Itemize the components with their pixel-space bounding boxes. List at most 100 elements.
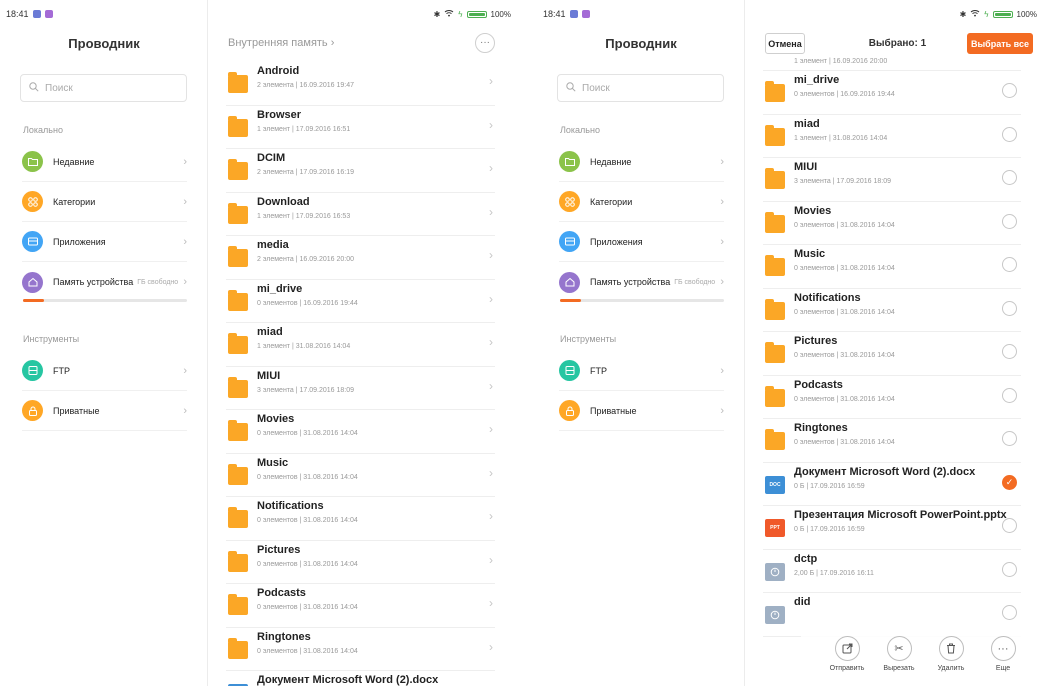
wifi-icon [970, 9, 980, 19]
chevron-right-icon: › [489, 596, 493, 610]
sidebar-item-label: Память устройства [590, 277, 671, 287]
file-row[interactable]: media 2 элемента | 16.09.2016 20:00 › [226, 236, 495, 280]
chevron-right-icon: › [183, 155, 187, 168]
file-name: Podcasts [257, 587, 306, 599]
sidebar-item-recent[interactable]: Недавние › [22, 142, 187, 182]
delete-button[interactable]: Удалить [932, 636, 970, 686]
action-label: Удалить [937, 665, 965, 672]
select-checkbox[interactable] [1002, 300, 1017, 316]
select-checkbox[interactable] [1002, 518, 1017, 533]
file-row[interactable]: did [763, 593, 1021, 637]
chevron-right-icon: › [720, 155, 724, 168]
select-checkbox[interactable] [1002, 213, 1017, 229]
sidebar-item-private[interactable]: Приватные › [559, 391, 724, 431]
sidebar-item-storage[interactable]: Память устройства ГБ свободно › [22, 262, 187, 302]
chevron-right-icon: › [183, 404, 187, 417]
file-row[interactable]: miad 1 элемент | 31.08.2016 14:04 [763, 115, 1021, 158]
storage-free-text: ГБ свободно [674, 278, 716, 286]
more-actions-button[interactable]: ··· Еще [984, 636, 1022, 686]
folder-icon [765, 81, 785, 102]
file-row[interactable]: Ringtones 0 элементов | 31.08.2016 14:04 [763, 419, 1021, 463]
file-row[interactable]: MIUI 3 элемента | 17.09.2016 18:09 › [226, 367, 495, 410]
sidebar-item-private[interactable]: Приватные › [22, 391, 187, 431]
bluetooth-icon: ✱ [433, 9, 441, 19]
file-meta: 2,00 Б | 17.09.2016 16:11 [794, 569, 874, 577]
select-checkbox[interactable] [1002, 344, 1017, 359]
file-name: Download [257, 195, 310, 208]
select-all-button[interactable]: Выбрать все [967, 33, 1033, 54]
action-label: Еще [995, 665, 1011, 672]
chevron-right-icon: › [489, 639, 493, 654]
file-row[interactable]: Music 0 элементов | 31.08.2016 14:04 › [226, 454, 495, 497]
breadcrumb-label: Внутренняя память [228, 37, 328, 49]
cut-button[interactable]: ✂ Вырезать [880, 636, 918, 686]
status-time: 18:41 [543, 9, 566, 19]
file-row[interactable]: PPT Презентация Microsoft PowerPoint.pptx… [763, 506, 1021, 550]
select-checkbox[interactable] [1002, 83, 1017, 98]
file-name: miad [257, 326, 283, 338]
select-checkbox[interactable] [1002, 431, 1017, 446]
sidebar-item-categories[interactable]: Категории › [559, 182, 724, 222]
sidebar-item-storage[interactable]: Память устройства ГБ свободно › [559, 262, 724, 302]
doc-file-icon: DOC [765, 475, 785, 494]
file-row[interactable]: Browser 1 элемент | 17.09.2016 16:51 › [226, 106, 495, 149]
search-icon [566, 81, 576, 95]
select-checkbox[interactable] [1002, 605, 1017, 620]
file-row[interactable]: Документ Microsoft Word (2).docx [226, 671, 495, 686]
sidebar-item-label: Память устройства [53, 277, 134, 287]
select-checkbox[interactable] [1002, 387, 1017, 403]
sidebar-item-apps[interactable]: Приложения › [559, 222, 724, 262]
file-row[interactable]: mi_drive 0 элементов | 16.09.2016 19:44 [763, 71, 1021, 115]
file-row[interactable]: Ringtones 0 элементов | 31.08.2016 14:04 › [226, 628, 495, 671]
more-options-button[interactable]: ··· [475, 33, 495, 53]
sidebar-item-categories[interactable]: Категории › [22, 182, 187, 222]
file-row[interactable]: Download 1 элемент | 17.09.2016 16:53 › [226, 193, 495, 236]
file-row[interactable]: DOC Документ Microsoft Word (2).docx 0 Б |… [763, 463, 1021, 506]
select-checkbox[interactable] [1002, 257, 1017, 272]
app-title: Проводник [605, 36, 677, 51]
home-icon [559, 271, 580, 293]
storage-free-text: ГБ свободно [137, 278, 179, 286]
file-row[interactable]: DCIM 2 элемента | 17.09.2016 16:19 › [226, 149, 495, 193]
file-row[interactable]: Notifications 0 элементов | 31.08.2016 14… [226, 497, 495, 541]
file-row[interactable]: Movies 0 элементов | 31.08.2016 14:04 › [226, 410, 495, 454]
send-button[interactable]: Отправить [828, 636, 866, 686]
file-row[interactable]: Pictures 0 элементов | 31.08.2016 14:04 › [226, 541, 495, 584]
file-row[interactable]: Android 2 элемента | 16.09.2016 19:47 › [226, 62, 495, 106]
breadcrumb[interactable]: Внутренняя память › [228, 37, 334, 49]
folder-icon [765, 168, 785, 189]
select-checkbox[interactable] [1002, 561, 1017, 577]
file-row[interactable]: Music 0 элементов | 31.08.2016 14:04 [763, 245, 1021, 289]
search-input[interactable]: Поиск [557, 74, 724, 102]
folder-icon [22, 151, 43, 172]
checked-checkbox[interactable]: ✓ [1002, 474, 1017, 490]
chevron-right-icon: › [720, 364, 724, 377]
file-row[interactable]: Podcasts 0 элементов | 31.08.2016 14:04 › [226, 584, 495, 628]
sidebar-item-recent[interactable]: Недавние › [559, 142, 724, 182]
file-row[interactable]: Notifications 0 элементов | 31.08.2016 14… [763, 289, 1021, 332]
file-row[interactable]: Podcasts 0 элементов | 31.08.2016 14:04 [763, 376, 1021, 419]
file-row[interactable]: miad 1 элемент | 31.08.2016 14:04 › [226, 323, 495, 367]
folder-icon [765, 255, 785, 276]
file-name: Movies [257, 413, 295, 425]
file-meta: 1 элемент | 16.09.2016 20:00 [794, 58, 888, 65]
file-row[interactable]: dctp 2,00 Б | 17.09.2016 16:11 [763, 550, 1021, 593]
notification-icon [569, 10, 578, 18]
file-row[interactable]: MIUI 3 элемента | 17.09.2016 18:09 [763, 158, 1021, 202]
file-row[interactable]: mi_drive 0 элементов | 16.09.2016 19:44 › [226, 280, 495, 323]
file-row[interactable]: Movies 0 элементов | 31.08.2016 14:04 [763, 202, 1021, 245]
select-checkbox[interactable] [1002, 170, 1017, 185]
chevron-right-icon: › [489, 204, 493, 219]
file-meta: 0 элементов | 16.09.2016 19:44 [794, 91, 895, 98]
select-checkbox[interactable] [1002, 126, 1017, 142]
file-name: Pictures [794, 335, 838, 347]
sidebar-item-label: Приложения [53, 236, 106, 247]
file-row[interactable]: Pictures 0 элементов | 31.08.2016 14:04 [763, 332, 1021, 376]
sidebar-item-ftp[interactable]: FTP › [559, 351, 724, 391]
ftp-icon [559, 360, 580, 381]
sidebar-item-ftp[interactable]: FTP › [22, 351, 187, 391]
sidebar-item-label: Недавние [53, 156, 95, 167]
search-input[interactable]: Поиск [20, 74, 187, 102]
sidebar-item-apps[interactable]: Приложения › [22, 222, 187, 262]
file-row-partial[interactable]: 1 элемент | 16.09.2016 20:00 [763, 55, 1021, 71]
